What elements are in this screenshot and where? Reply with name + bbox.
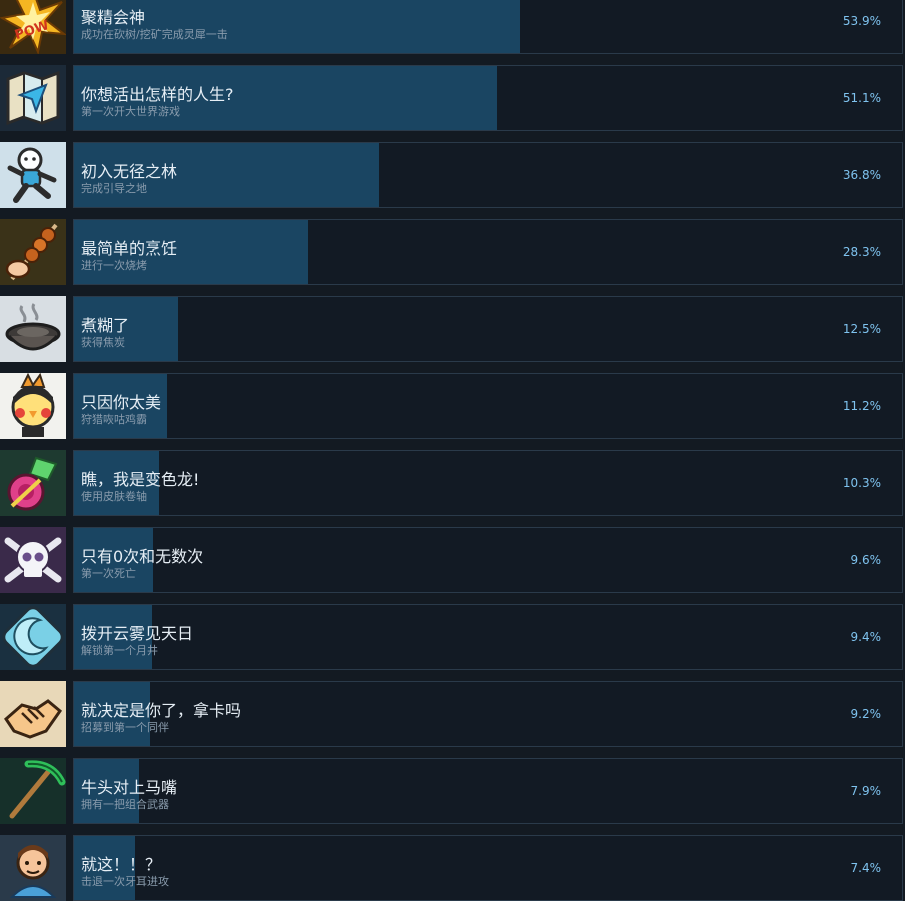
achievement-row[interactable]: 瞧，我是变色龙! 使用皮肤卷轴 10.3% — [0, 450, 905, 516]
achievement-progress-bar: 牛头对上马嘴 拥有一把组合武器 7.9% — [73, 758, 903, 824]
achievement-title: 牛头对上马嘴 — [81, 778, 178, 797]
achievement-percent: 7.9% — [850, 784, 882, 798]
achievement-row[interactable]: POW 聚精会神 成功在砍树/挖矿完成灵犀一击 53.9% — [0, 0, 905, 54]
achievement-percent: 12.5% — [842, 322, 881, 336]
skin-scroll-icon — [0, 450, 66, 516]
achievement-description: 击退一次牙耳进攻 — [81, 875, 169, 888]
achievement-percent: 11.2% — [842, 399, 881, 413]
achievement-description: 第一次开大世界游戏 — [81, 105, 180, 118]
achievement-title: 初入无径之林 — [81, 162, 178, 181]
achievement-title: 煮糊了 — [81, 316, 130, 335]
pickaxe-icon — [0, 758, 66, 824]
achievement-title: 就这！！？ — [81, 855, 162, 874]
achievement-description: 使用皮肤卷轴 — [81, 490, 147, 503]
achievement-title: 只因你太美 — [81, 393, 162, 412]
achievement-row[interactable]: 煮糊了 获得焦炭 12.5% — [0, 296, 905, 362]
achievement-row[interactable]: 拨开云雾见天日 解锁第一个月井 9.4% — [0, 604, 905, 670]
achievement-percent: 36.8% — [842, 168, 881, 182]
achievement-progress-bar: 你想活出怎样的人生? 第一次开大世界游戏 51.1% — [73, 65, 903, 131]
achievement-row[interactable]: 就决定是你了，拿卡吗 招募到第一个同伴 9.2% — [0, 681, 905, 747]
achievement-progress-bar: 最简单的烹饪 进行一次烧烤 28.3% — [73, 219, 903, 285]
achievement-title: 瞧，我是变色龙! — [81, 470, 200, 489]
achievement-progress-bar: 瞧，我是变色龙! 使用皮肤卷轴 10.3% — [73, 450, 903, 516]
achievement-row[interactable]: 你想活出怎样的人生? 第一次开大世界游戏 51.1% — [0, 65, 905, 131]
achievement-percent: 51.1% — [842, 91, 881, 105]
achievement-title: 最简单的烹饪 — [81, 239, 178, 258]
raid-villager-icon — [0, 835, 66, 901]
achievement-description: 成功在砍树/挖矿完成灵犀一击 — [81, 28, 228, 41]
achievement-percent: 53.9% — [842, 14, 881, 28]
achievement-row[interactable]: 初入无径之林 完成引导之地 36.8% — [0, 142, 905, 208]
achievement-title: 拨开云雾见天日 — [81, 624, 194, 643]
achievement-row[interactable]: 牛头对上马嘴 拥有一把组合武器 7.9% — [0, 758, 905, 824]
pow-burst-icon: POW — [0, 0, 66, 54]
achievement-description: 解锁第一个月井 — [81, 644, 158, 657]
achievement-title: 就决定是你了，拿卡吗 — [81, 701, 242, 720]
achievement-progress-bar: 初入无径之林 完成引导之地 36.8% — [73, 142, 903, 208]
moon-well-icon — [0, 604, 66, 670]
achievement-title: 聚精会神 — [81, 8, 146, 27]
burnt-pot-icon — [0, 296, 66, 362]
achievement-progress-bar: 只有0次和无数次 第一次死亡 9.6% — [73, 527, 903, 593]
achievement-progress-bar: 就这！！？ 击退一次牙耳进攻 7.4% — [73, 835, 903, 901]
achievement-title: 你想活出怎样的人生? — [81, 85, 234, 104]
chicken-boss-icon — [0, 373, 66, 439]
achievement-percent: 9.2% — [850, 707, 882, 721]
achievement-progress-bar: 拨开云雾见天日 解锁第一个月井 9.4% — [73, 604, 903, 670]
achievement-row[interactable]: 只有0次和无数次 第一次死亡 9.6% — [0, 527, 905, 593]
achievement-progress-bar: 聚精会神 成功在砍树/挖矿完成灵犀一击 53.9% — [73, 0, 903, 54]
achievement-percent: 9.4% — [850, 630, 882, 644]
achievement-row[interactable]: 最简单的烹饪 进行一次烧烤 28.3% — [0, 219, 905, 285]
achievement-progress-bar: 就决定是你了，拿卡吗 招募到第一个同伴 9.2% — [73, 681, 903, 747]
achievement-description: 狩猎咴咕鸡霸 — [81, 413, 147, 426]
achievement-progress-bar: 煮糊了 获得焦炭 12.5% — [73, 296, 903, 362]
achievement-description: 获得焦炭 — [81, 336, 125, 349]
achievement-row[interactable]: 只因你太美 狩猎咴咕鸡霸 11.2% — [0, 373, 905, 439]
meat-skewer-icon — [0, 219, 66, 285]
achievement-row[interactable]: 就这！！？ 击退一次牙耳进攻 7.4% — [0, 835, 905, 901]
skull-crossbones-icon — [0, 527, 66, 593]
achievement-description: 进行一次烧烤 — [81, 259, 147, 272]
world-map-icon — [0, 65, 66, 131]
achievement-percent: 10.3% — [842, 476, 881, 490]
achievement-description: 完成引导之地 — [81, 182, 147, 195]
running-character-icon — [0, 142, 66, 208]
achievement-progress-bar: 只因你太美 狩猎咴咕鸡霸 11.2% — [73, 373, 903, 439]
achievement-description: 拥有一把组合武器 — [81, 798, 169, 811]
handshake-icon — [0, 681, 66, 747]
achievement-description: 招募到第一个同伴 — [81, 721, 169, 734]
achievement-description: 第一次死亡 — [81, 567, 136, 580]
achievement-percent: 28.3% — [842, 245, 881, 259]
achievement-percent: 7.4% — [850, 861, 882, 875]
achievement-title: 只有0次和无数次 — [81, 547, 204, 566]
achievement-list: POW 聚精会神 成功在砍树/挖矿完成灵犀一击 53.9% 你想活出怎样的人生? 第一次… — [0, 0, 905, 901]
achievement-percent: 9.6% — [850, 553, 882, 567]
